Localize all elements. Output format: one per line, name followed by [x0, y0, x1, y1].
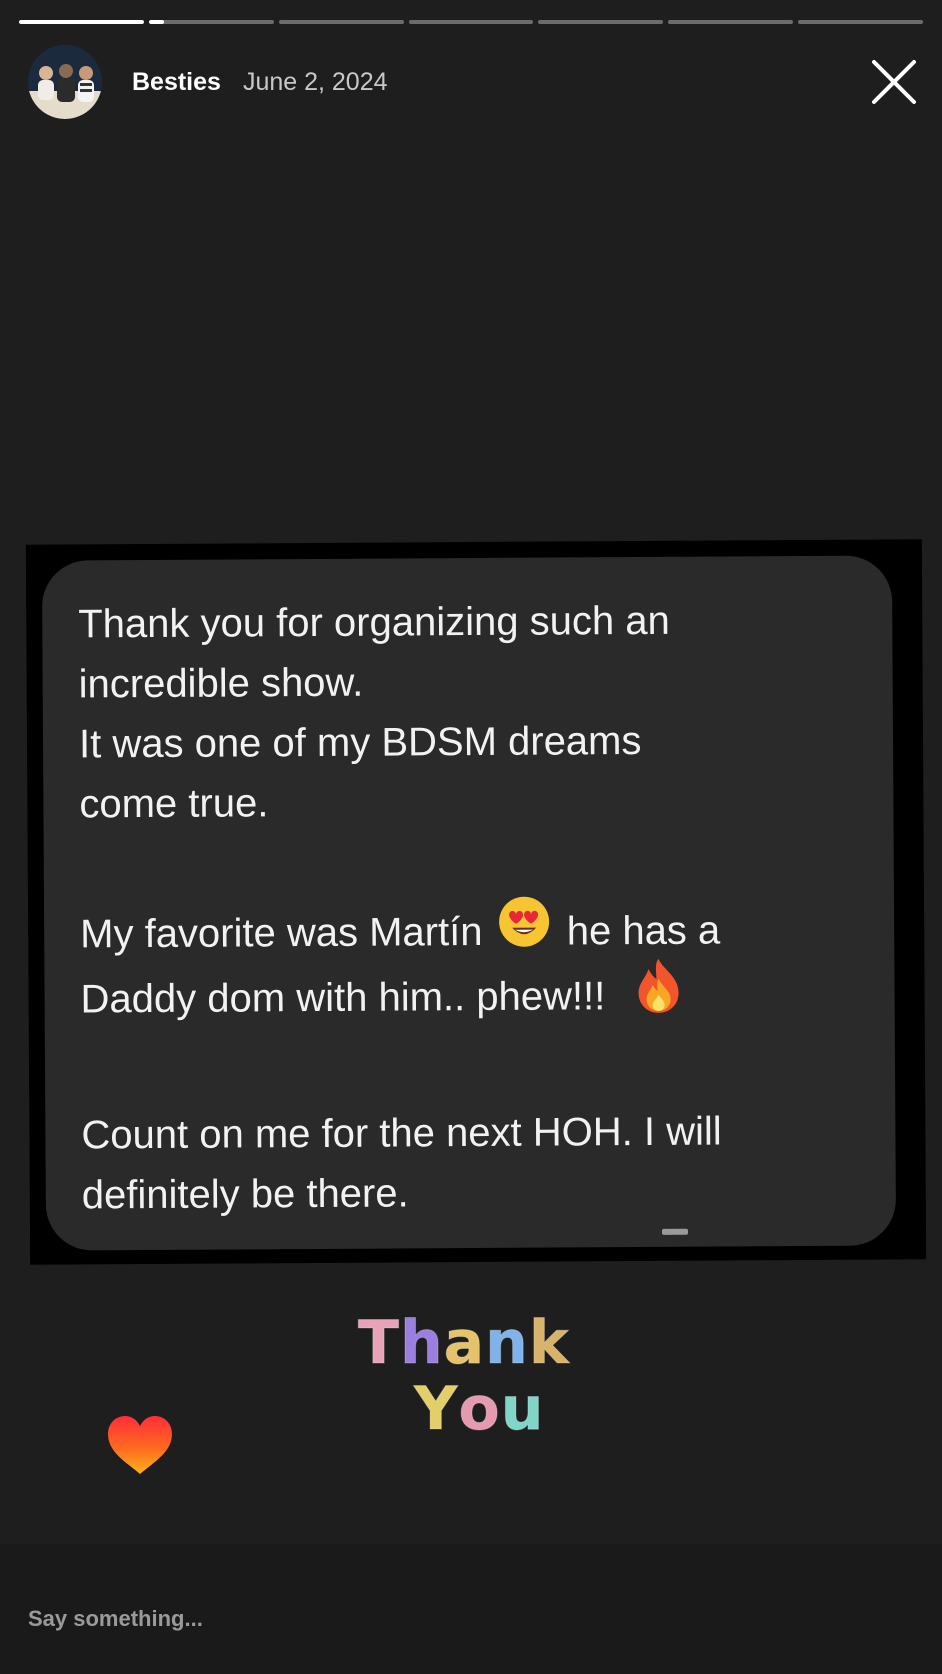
story-progress-segment [408, 20, 534, 24]
sticker-letter: a [443, 1308, 486, 1378]
story-progress-segment [538, 20, 664, 24]
close-icon [872, 60, 916, 104]
thank-you-sticker[interactable]: Thank You [358, 1312, 588, 1452]
story-date: June 2, 2024 [242, 67, 388, 96]
story-progress-bar [19, 20, 924, 24]
story-progress-segment [19, 20, 144, 24]
sticker-letter: k [528, 1308, 570, 1378]
story-header: Besties June 2, 2024 [28, 44, 922, 120]
story-progress-segment [668, 20, 794, 24]
heart-sticker-icon[interactable] [106, 1414, 174, 1476]
sticker-letter: u [500, 1374, 545, 1444]
sticker-letter: Y [413, 1374, 459, 1444]
message-text: My favorite was Martín [80, 909, 483, 957]
message-line: It was one of my BDSM dreams [78, 718, 642, 767]
tiny-watermark [662, 1228, 689, 1235]
message-line: come true. [79, 781, 269, 827]
sticker-letter: h [399, 1308, 444, 1378]
story-progress-segment [148, 20, 274, 24]
message-line: Thank you for organizing such an [78, 598, 670, 647]
sticker-you-word: You [413, 1374, 545, 1444]
avatar[interactable] [28, 45, 102, 119]
close-button[interactable] [866, 54, 922, 110]
sticker-letter: o [458, 1374, 501, 1444]
message-line: incredible show. [78, 660, 364, 707]
story-progress-segment [278, 20, 404, 24]
reply-input[interactable]: Say something... [28, 1606, 203, 1632]
sticker-letter: n [485, 1308, 529, 1378]
shared-message-screenshot: Thank you for organizing such an incredi… [25, 539, 927, 1265]
fire-emoji-icon [634, 957, 682, 1032]
message-text: he has a [566, 908, 721, 954]
group-photo-avatar-icon [28, 45, 102, 119]
sticker-thank-word: Thank [358, 1308, 570, 1378]
message-text: Daddy dom with him.. phew!!! [80, 974, 606, 1022]
message-bubble: Thank you for organizing such an incredi… [41, 555, 897, 1251]
message-line: My favorite was Martín he has a [80, 896, 858, 969]
story-username[interactable]: Besties [132, 68, 221, 97]
sticker-letter: T [358, 1308, 400, 1378]
message-line: definitely be there. [81, 1171, 409, 1218]
heart-eyes-emoji-icon [497, 894, 551, 965]
reply-bar: Say something... [0, 1544, 942, 1674]
message-line: Daddy dom with him.. phew!!! [80, 958, 858, 1036]
message-line: Count on me for the next HOH. I will [81, 1109, 722, 1158]
story-progress-segment [798, 20, 924, 24]
